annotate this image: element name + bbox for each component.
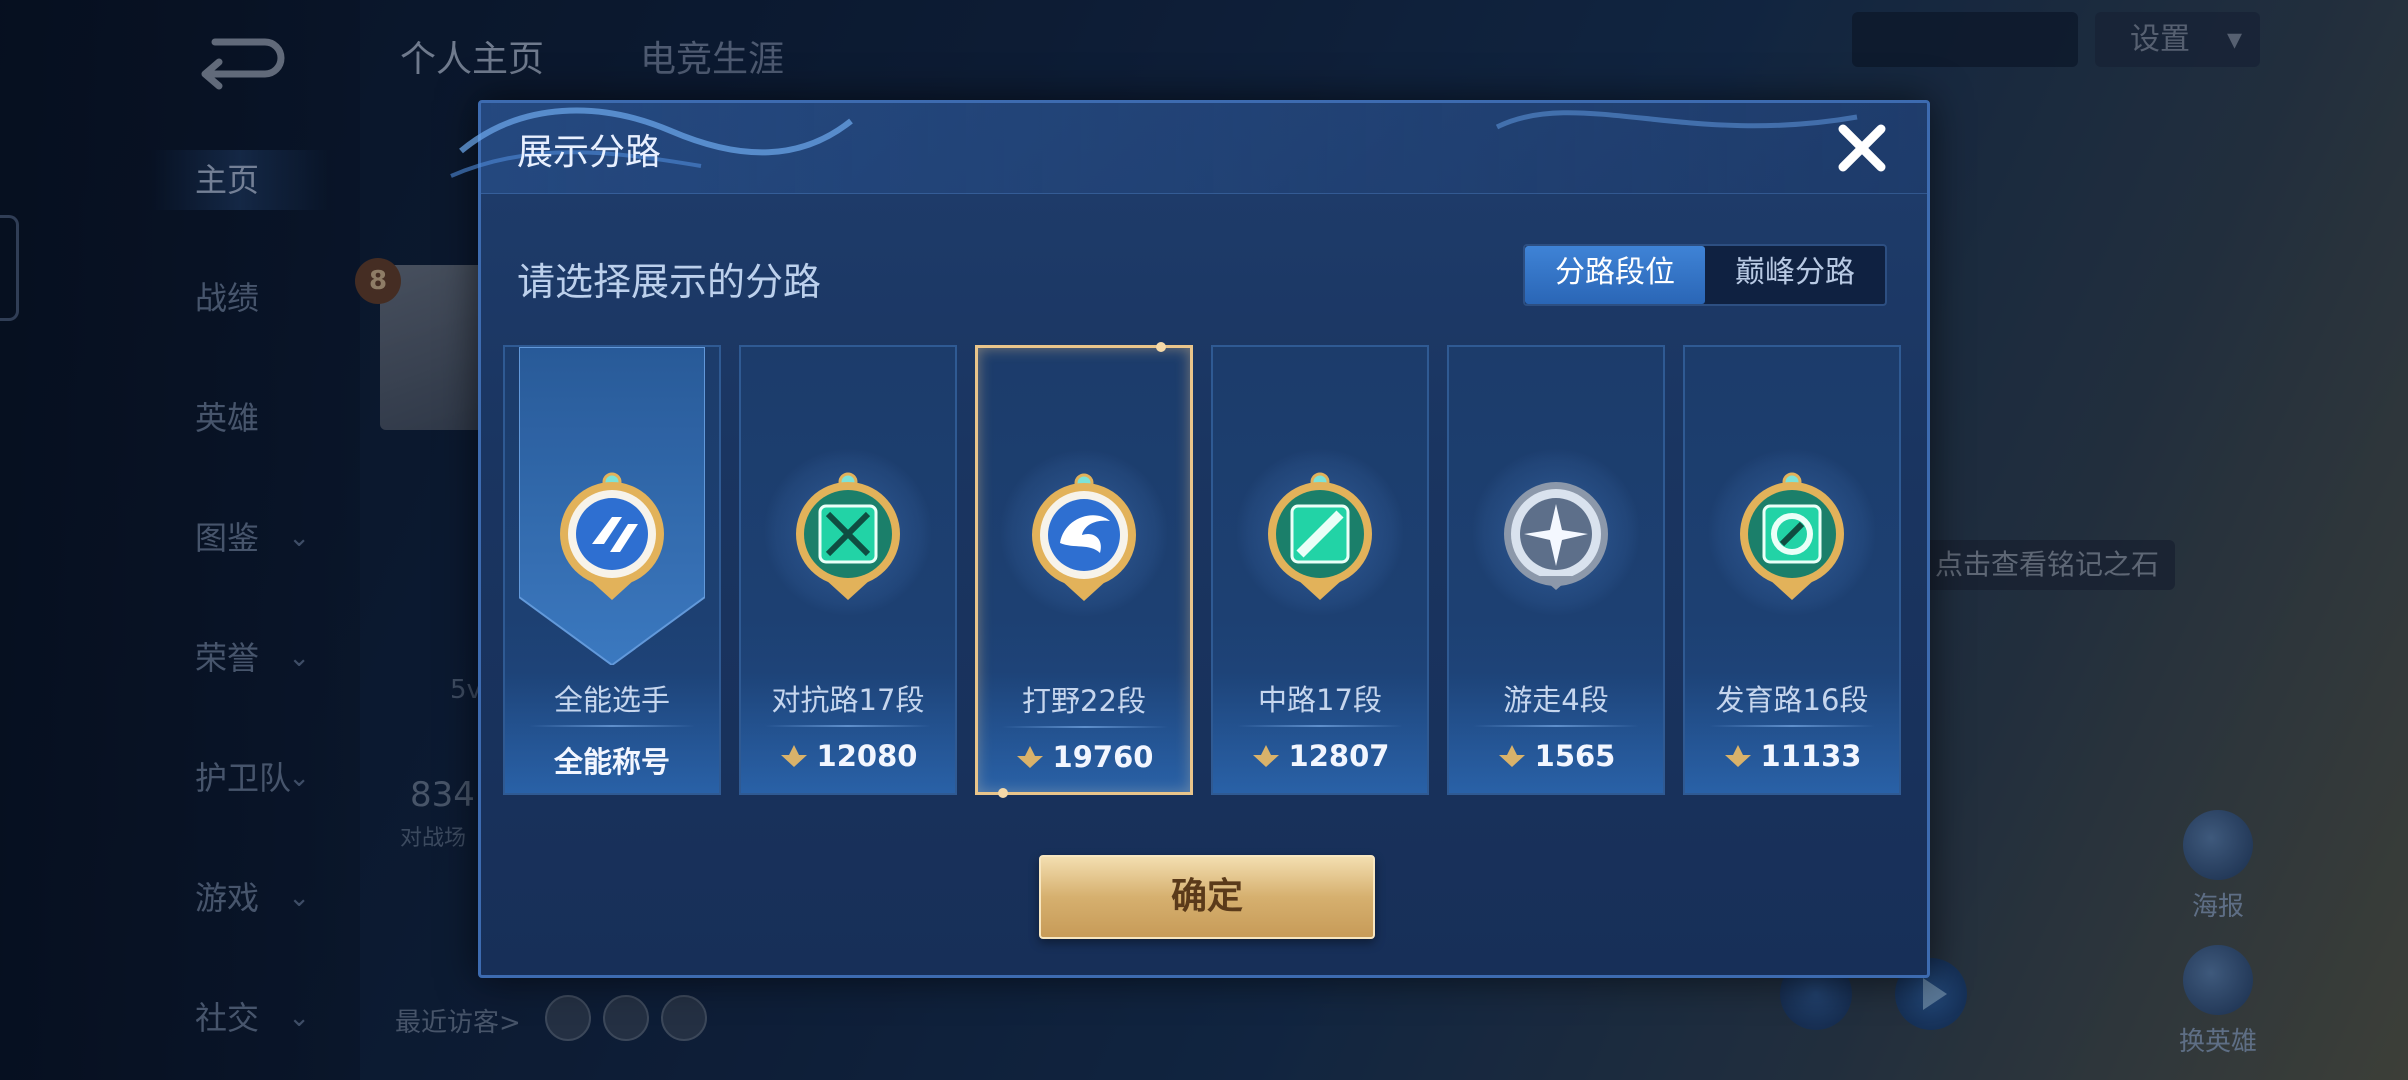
lane-card-clash[interactable]: 对抗路17段 12080 [739, 345, 957, 795]
lane-score: 1565 [1449, 739, 1663, 773]
selection-corner-dot [998, 788, 1008, 798]
lane-name: 打野22段 [1022, 684, 1146, 718]
lane-name: 游走4段 [1503, 683, 1609, 717]
lane-score: 19760 [978, 740, 1190, 774]
lane-cards: 全能选手 全能称号 对抗路17段 12080 打野22段 19760 中路17段… [503, 342, 1911, 798]
lane-card-jungle[interactable]: 打野22段 19760 [975, 342, 1193, 798]
lane-score-value: 12807 [1288, 739, 1390, 773]
clash-lane-emblem-icon [796, 472, 900, 600]
lane-score-value: 19760 [1052, 740, 1154, 774]
confirm-button[interactable]: 确定 [1039, 855, 1375, 939]
divider [1473, 725, 1639, 727]
lane-name: 对抗路17段 [771, 683, 925, 717]
lane-score: 12080 [741, 739, 955, 773]
lane-score-value: 1565 [1534, 739, 1616, 773]
combat-power-icon [1498, 745, 1525, 767]
lane-card-farm[interactable]: 发育路16段 11133 [1683, 345, 1901, 795]
toggle-peak-lane[interactable]: 巅峰分路 [1705, 246, 1885, 304]
divider [529, 725, 695, 727]
lane-score: 11133 [1685, 739, 1899, 773]
divider [1709, 725, 1875, 727]
all-round-emblem-icon [560, 472, 664, 600]
divider [1237, 725, 1403, 727]
mid-lane-emblem-icon [1268, 472, 1372, 600]
lane-value-text: 全能称号 [553, 745, 670, 779]
lane-name: 发育路16段 [1715, 683, 1869, 717]
lane-score-value: 11133 [1760, 739, 1862, 773]
combat-power-icon [1724, 745, 1751, 767]
decorative-swirl-icon [1495, 110, 1858, 130]
lane-card-all-round[interactable]: 全能选手 全能称号 [503, 345, 721, 795]
lane-display-dialog: 展示分路 请选择展示的分路 分路段位 巅峰分路 全能选手 全能称号 对抗路17段… [450, 100, 1930, 978]
farm-lane-emblem-icon [1740, 472, 1844, 600]
dialog-subtitle: 请选择展示的分路 [517, 260, 822, 304]
lane-mode-toggle: 分路段位 巅峰分路 [1523, 244, 1887, 306]
combat-power-icon [1016, 746, 1043, 768]
jungle-emblem-icon [1032, 473, 1136, 601]
dialog-title: 展示分路 [517, 132, 662, 173]
roam-emblem-icon [1504, 482, 1608, 590]
combat-power-icon [1252, 745, 1279, 767]
divider [765, 725, 931, 727]
lane-name: 全能选手 [553, 683, 670, 717]
toggle-lane-rank[interactable]: 分路段位 [1525, 246, 1705, 304]
combat-power-icon [780, 745, 807, 767]
lane-card-roam[interactable]: 游走4段 1565 [1447, 345, 1665, 795]
lane-card-mid[interactable]: 中路17段 12807 [1211, 345, 1429, 795]
divider [1002, 726, 1168, 728]
lane-name: 中路17段 [1258, 683, 1382, 717]
lane-value: 全能称号 [505, 739, 719, 781]
lane-score: 12807 [1213, 739, 1427, 773]
dialog-header: 展示分路 [450, 103, 1927, 194]
selection-corner-dot [1156, 342, 1166, 352]
lane-score-value: 12080 [816, 739, 918, 773]
close-icon [1838, 124, 1886, 172]
close-button[interactable] [1829, 115, 1895, 181]
